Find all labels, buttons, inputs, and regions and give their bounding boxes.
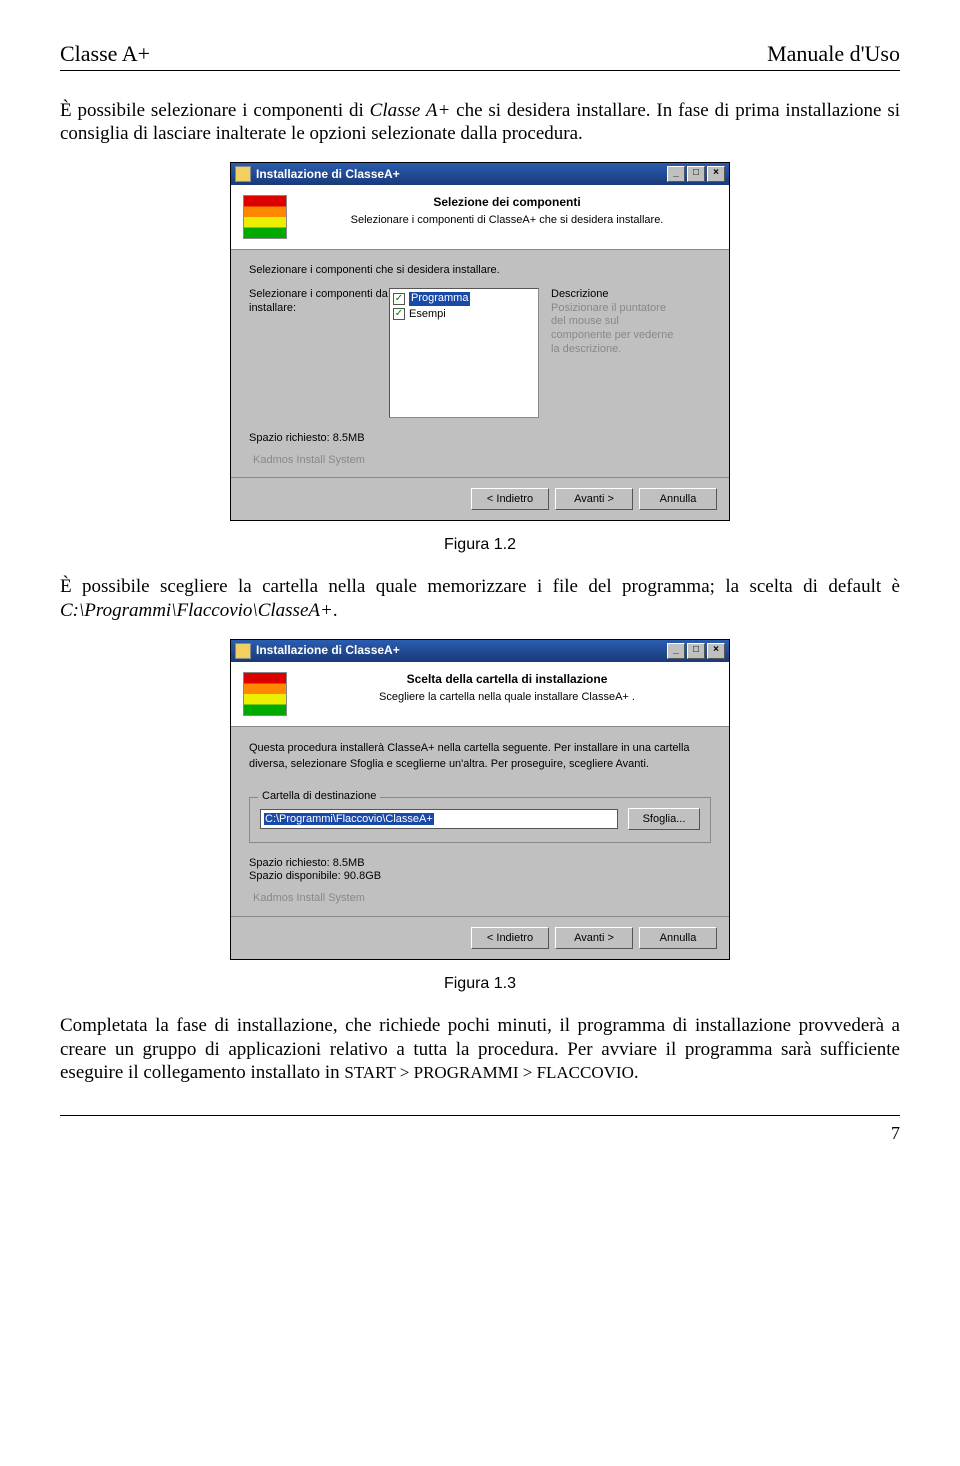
instruction-text: Selezionare i componenti che si desidera…: [249, 264, 711, 278]
button-row: < Indietro Avanti > Annulla: [231, 916, 729, 959]
checkbox-icon[interactable]: ✓: [393, 293, 405, 305]
destination-legend: Cartella di destinazione: [258, 790, 380, 804]
app-icon: [235, 166, 251, 182]
maximize-button[interactable]: □: [687, 166, 705, 182]
next-button[interactable]: Avanti >: [555, 927, 633, 949]
page-number: 7: [891, 1123, 900, 1143]
figure-caption-2: Figura 1.3: [60, 974, 900, 994]
banner: Selezione dei componenti Selezionare i c…: [231, 185, 729, 250]
back-button[interactable]: < Indietro: [471, 488, 549, 510]
minimize-button[interactable]: _: [667, 166, 685, 182]
back-button[interactable]: < Indietro: [471, 927, 549, 949]
description-box: Descrizione Posizionare il puntatore del…: [551, 288, 681, 357]
close-button[interactable]: ×: [707, 643, 725, 659]
logo-icon: [243, 672, 287, 716]
space-required: Spazio richiesto: 8.5MB: [249, 857, 711, 871]
paragraph-intro-1: È possibile selezionare i componenti di …: [60, 99, 900, 147]
button-row: < Indietro Avanti > Annulla: [231, 477, 729, 520]
path-input[interactable]: C:\Programmi\Flaccovio\ClasseA+: [260, 809, 618, 829]
header-left: Classe A+: [60, 40, 150, 68]
figure-caption-1: Figura 1.2: [60, 535, 900, 555]
checkbox-icon[interactable]: ✓: [393, 308, 405, 320]
install-system-label: Kadmos Install System: [253, 454, 711, 468]
window-title: Installazione di ClasseA+: [256, 643, 400, 658]
page-header: Classe A+ Manuale d'Uso: [60, 40, 900, 71]
maximize-button[interactable]: □: [687, 643, 705, 659]
window-title: Installazione di ClasseA+: [256, 167, 400, 182]
page-footer: 7: [60, 1115, 900, 1145]
banner: Scelta della cartella di installazione S…: [231, 662, 729, 727]
paragraph-intro-2: È possibile scegliere la cartella nella …: [60, 575, 900, 623]
banner-title: Scelta della cartella di installazione: [297, 672, 717, 687]
installer-window-folder: Installazione di ClasseA+ _ □ × Scelta d…: [230, 639, 730, 960]
installer-window-components: Installazione di ClasseA+ _ □ × Selezion…: [230, 162, 730, 521]
titlebar: Installazione di ClasseA+ _ □ ×: [231, 163, 729, 185]
banner-title: Selezione dei componenti: [297, 195, 717, 210]
banner-subtitle: Scegliere la cartella nella quale instal…: [297, 691, 717, 705]
logo-icon: [243, 195, 287, 239]
banner-subtitle: Selezionare i componenti di ClasseA+ che…: [297, 214, 717, 228]
close-button[interactable]: ×: [707, 166, 725, 182]
minimize-button[interactable]: _: [667, 643, 685, 659]
app-icon: [235, 643, 251, 659]
space-required: Spazio richiesto: 8.5MB: [249, 432, 711, 446]
select-components-label: Selezionare i componenti da installare:: [249, 288, 389, 316]
component-item-programma[interactable]: ✓ Programma: [393, 292, 535, 306]
paragraph-closing: Completata la fase di installazione, che…: [60, 1014, 900, 1085]
next-button[interactable]: Avanti >: [555, 488, 633, 510]
components-listbox[interactable]: ✓ Programma ✓ Esempi: [389, 288, 539, 418]
destination-fieldset: Cartella di destinazione C:\Programmi\Fl…: [249, 797, 711, 843]
body-text: Questa procedura installerà ClasseA+ nel…: [249, 741, 711, 773]
cancel-button[interactable]: Annulla: [639, 927, 717, 949]
component-item-esempi[interactable]: ✓ Esempi: [393, 308, 535, 322]
cancel-button[interactable]: Annulla: [639, 488, 717, 510]
titlebar: Installazione di ClasseA+ _ □ ×: [231, 640, 729, 662]
header-right: Manuale d'Uso: [767, 40, 900, 68]
install-system-label: Kadmos Install System: [253, 892, 711, 906]
space-available: Spazio disponibile: 90.8GB: [249, 870, 711, 884]
browse-button[interactable]: Sfoglia...: [628, 808, 700, 830]
